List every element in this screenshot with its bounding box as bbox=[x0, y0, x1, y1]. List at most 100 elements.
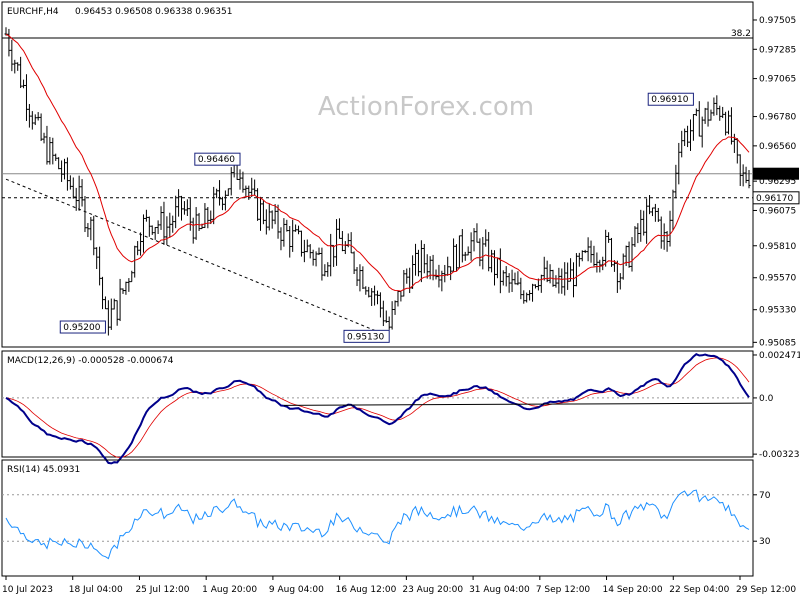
ohlc-bar bbox=[153, 227, 157, 240]
ohlc-bar bbox=[311, 249, 315, 266]
ohlc-bar bbox=[267, 203, 271, 231]
ohlc-bar bbox=[656, 207, 660, 222]
ohlc-bar bbox=[522, 290, 526, 304]
price-y-tick-label: 0.95810 bbox=[759, 242, 796, 252]
ohlc-bar bbox=[168, 212, 172, 238]
ohlc-bar bbox=[419, 240, 423, 283]
ohlc-bar bbox=[528, 290, 532, 301]
ohlc-bar bbox=[577, 252, 581, 267]
ohlc-bar bbox=[109, 298, 113, 330]
ohlc-bar bbox=[434, 269, 438, 280]
ohlc-bar bbox=[662, 223, 666, 250]
ohlc-bar bbox=[554, 275, 558, 288]
ohlc-bar bbox=[601, 256, 605, 271]
macd-y-tick-label: 0.002471 bbox=[759, 351, 800, 361]
ohlc-bar bbox=[706, 101, 710, 127]
ohlc-bar bbox=[302, 239, 306, 263]
ohlc-readout: 0.96453 0.96508 0.96338 0.96351 bbox=[75, 7, 232, 17]
ohlc-bar bbox=[525, 292, 529, 303]
ohlc-bar bbox=[80, 179, 84, 207]
price-y-tick-label: 0.95085 bbox=[759, 338, 796, 348]
ohlc-bar bbox=[115, 300, 119, 326]
ohlc-bar bbox=[510, 269, 514, 292]
rsi-title: RSI(14) 45.0931 bbox=[7, 465, 80, 475]
ohlc-bar bbox=[352, 251, 356, 275]
ohlc-bar bbox=[340, 231, 344, 252]
ohlc-bar bbox=[329, 233, 333, 277]
ohlc-bar bbox=[387, 316, 391, 330]
ohlc-bar bbox=[715, 95, 719, 116]
rsi-panel-frame bbox=[1, 459, 754, 577]
ohlc-bar bbox=[653, 203, 657, 222]
ohlc-bar bbox=[332, 244, 336, 267]
ohlc-bar bbox=[463, 251, 467, 261]
ohlc-bar bbox=[630, 237, 634, 272]
ohlc-bar bbox=[361, 266, 365, 289]
ohlc-bar bbox=[188, 198, 192, 231]
x-tick-label: 16 Aug 12:00 bbox=[336, 585, 397, 595]
ohlc-bar bbox=[747, 169, 751, 189]
ohlc-bar bbox=[165, 216, 169, 246]
x-tick-label: 31 Aug 04:00 bbox=[469, 585, 530, 595]
ohlc-bar bbox=[677, 142, 681, 185]
macd-lines bbox=[5, 353, 752, 465]
ohlc-bar bbox=[495, 257, 499, 279]
ohlc-bar bbox=[103, 296, 107, 310]
ohlc-bar bbox=[703, 107, 707, 124]
ohlc-bar bbox=[411, 255, 415, 289]
ohlc-bar bbox=[261, 199, 265, 225]
ohlc-bar bbox=[735, 138, 739, 164]
ohlc-bar bbox=[422, 243, 426, 274]
ohlc-bar bbox=[548, 264, 552, 284]
ohlc-bar bbox=[22, 79, 26, 89]
ohlc-bar bbox=[250, 177, 254, 197]
ohlc-bar bbox=[718, 105, 722, 121]
ohlc-bar bbox=[642, 210, 646, 236]
ohlc-bar bbox=[19, 56, 23, 89]
ohlc-bar bbox=[472, 228, 476, 252]
ohlc-bar bbox=[215, 188, 219, 199]
x-tick-label: 29 Sep 12:00 bbox=[736, 585, 796, 595]
ohlc-bar bbox=[27, 103, 31, 128]
ohlc-bar bbox=[39, 113, 43, 141]
macd-y-tick-label: -0.003235 bbox=[759, 450, 800, 460]
ohlc-bar bbox=[454, 244, 458, 272]
ohlc-bar bbox=[443, 264, 447, 283]
ohlc-bar bbox=[133, 245, 137, 278]
macd-title: MACD(12,26,9) -0.000528 -0.000674 bbox=[7, 356, 174, 366]
ohlc-bar bbox=[384, 310, 388, 323]
ohlc-bar bbox=[54, 153, 58, 161]
ohlc-bar bbox=[396, 290, 400, 307]
ohlc-bar bbox=[633, 226, 637, 248]
ohlc-bar bbox=[729, 107, 733, 145]
ohlc-bar bbox=[416, 249, 420, 277]
ohlc-bar bbox=[282, 218, 286, 247]
ohlc-bar bbox=[618, 273, 622, 290]
ohlc-bar bbox=[68, 175, 72, 190]
ohlc-bar bbox=[370, 288, 374, 306]
ohlc-bar bbox=[610, 237, 614, 267]
ohlc-bar bbox=[238, 169, 242, 190]
ohlc-bar bbox=[171, 215, 175, 233]
ohlc-bar bbox=[668, 210, 672, 247]
ohlc-bar bbox=[194, 207, 198, 240]
ohlc-bar bbox=[317, 247, 321, 256]
ohlc-bar bbox=[30, 111, 34, 130]
ohlc-bar bbox=[671, 189, 675, 231]
ohlc-bar bbox=[320, 247, 324, 281]
ohlc-bar bbox=[162, 201, 166, 245]
ohlc-bar bbox=[258, 196, 262, 231]
ohlc-bar bbox=[452, 238, 456, 272]
ohlc-bar bbox=[270, 210, 274, 229]
macd-panel: MACD(12,26,9) -0.000528 -0.000674 0.0024… bbox=[1, 350, 800, 465]
ohlc-bar bbox=[159, 206, 163, 230]
ohlc-bar bbox=[323, 264, 327, 277]
ohlc-bar bbox=[493, 250, 497, 286]
ohlc-bar bbox=[299, 230, 303, 257]
ohlc-bar bbox=[381, 300, 385, 327]
ohlc-bar bbox=[182, 201, 186, 215]
ohlc-bar bbox=[539, 274, 543, 293]
ohlc-bar bbox=[95, 247, 99, 270]
ohlc-bar bbox=[560, 268, 564, 294]
annotation-label: 0.96460 bbox=[198, 155, 235, 165]
